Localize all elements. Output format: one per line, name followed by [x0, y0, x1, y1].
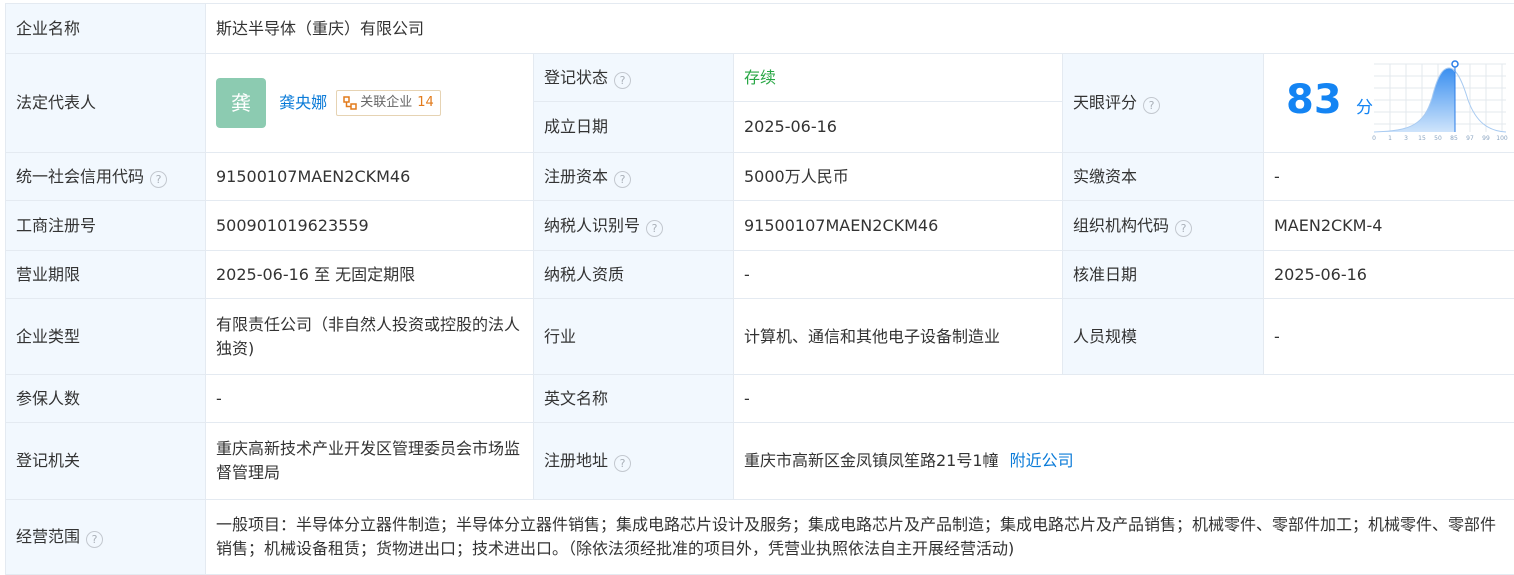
biz-scope-label-cell: 经营范围? [6, 500, 206, 575]
tick-97: 97 [1466, 135, 1474, 142]
org-code-label-cell: 组织机构代码? [1063, 201, 1264, 251]
tick-50: 50 [1434, 135, 1442, 142]
found-date-label: 成立日期 [534, 102, 734, 153]
score-marker [1452, 61, 1458, 67]
biz-reg-no-value: 500901019623559 [206, 201, 534, 251]
score-distribution-chart: 0 1 3 15 50 85 97 99 100 [1372, 60, 1512, 144]
paid-capital-value: - [1264, 153, 1514, 201]
legal-rep-cell: 龚 龚央娜 关联企业 14 [206, 54, 534, 153]
staff-size-label: 人员规模 [1063, 299, 1264, 375]
row-reg-authority: 登记机关 重庆高新技术产业开发区管理委员会市场监督管理局 注册地址? 重庆市高新… [6, 423, 1514, 500]
tick-1: 1 [1388, 135, 1392, 142]
row-insured: 参保人数 - 英文名称 - [6, 375, 1514, 423]
tick-3: 3 [1404, 135, 1408, 142]
taxpayer-id-label: 纳税人识别号 [544, 216, 640, 235]
insured-value: - [206, 375, 534, 423]
credit-code-value: 91500107MAEN2CKM46 [206, 153, 534, 201]
industry-value: 计算机、通信和其他电子设备制造业 [734, 299, 1063, 375]
legal-rep-label: 法定代表人 [6, 54, 206, 153]
biz-scope-label: 经营范围 [16, 527, 80, 546]
network-icon [343, 96, 357, 110]
reg-status-label: 登记状态 [544, 68, 608, 87]
taxpayer-id-label-cell: 纳税人识别号? [534, 201, 734, 251]
question-circle-icon[interactable]: ? [614, 455, 631, 472]
related-companies-tag[interactable]: 关联企业 14 [336, 90, 441, 116]
reg-address-value: 重庆市高新区金凤镇凤笙路21号1幢 [744, 451, 999, 470]
reg-address-label-cell: 注册地址? [534, 423, 734, 500]
english-name-value: - [734, 375, 1514, 423]
reg-authority-value: 重庆高新技术产业开发区管理委员会市场监督管理局 [206, 423, 534, 500]
tianyan-score-unit: 分 [1356, 96, 1373, 120]
reg-authority-label: 登记机关 [6, 423, 206, 500]
reg-capital-value: 5000万人民币 [734, 153, 1063, 201]
taxpayer-qual-label: 纳税人资质 [534, 251, 734, 299]
staff-size-value: - [1264, 299, 1514, 375]
legal-rep-name-link[interactable]: 龚央娜 [279, 93, 327, 112]
row-biz-scope: 经营范围? 一般项目：半导体分立器件制造；半导体分立器件销售；集成电路芯片设计及… [6, 500, 1514, 575]
english-name-label: 英文名称 [534, 375, 734, 423]
biz-reg-no-label: 工商注册号 [6, 201, 206, 251]
reg-status-label-cell: 登记状态? [534, 54, 734, 102]
org-code-label: 组织机构代码 [1073, 216, 1169, 235]
row-biz-term: 营业期限 2025-06-16 至 无固定期限 纳税人资质 - 核准日期 202… [6, 251, 1514, 299]
company-info-table: 企业名称 斯达半导体（重庆）有限公司 法定代表人 龚 龚央娜 关联企业 14 登… [5, 3, 1514, 575]
question-circle-icon[interactable]: ? [614, 171, 631, 188]
taxpayer-qual-value: - [734, 251, 1063, 299]
tick-0: 0 [1372, 135, 1376, 142]
tianyan-score-label-cell: 天眼评分? [1063, 54, 1264, 153]
tick-15: 15 [1418, 135, 1426, 142]
paid-capital-label: 实缴资本 [1063, 153, 1264, 201]
question-circle-icon[interactable]: ? [150, 171, 167, 188]
row-legal-rep: 法定代表人 龚 龚央娜 关联企业 14 登记状态? 存续 天眼评分? 83 [6, 54, 1514, 102]
approve-date-label: 核准日期 [1063, 251, 1264, 299]
row-company-type: 企业类型 有限责任公司（非自然人投资或控股的法人独资) 行业 计算机、通信和其他… [6, 299, 1514, 375]
nearby-companies-link[interactable]: 附近公司 [1010, 451, 1074, 470]
reg-capital-label-cell: 注册资本? [534, 153, 734, 201]
org-code-value: MAEN2CKM-4 [1264, 201, 1514, 251]
biz-scope-value: 一般项目：半导体分立器件制造；半导体分立器件销售；集成电路芯片设计及服务；集成电… [206, 500, 1514, 575]
company-name-label: 企业名称 [6, 4, 206, 54]
insured-label: 参保人数 [6, 375, 206, 423]
row-company-name: 企业名称 斯达半导体（重庆）有限公司 [6, 4, 1514, 54]
found-date-value: 2025-06-16 [734, 102, 1063, 153]
related-companies-label: 关联企业 [360, 91, 412, 115]
tick-99: 99 [1482, 135, 1490, 142]
company-name-value: 斯达半导体（重庆）有限公司 [206, 4, 1514, 54]
row-biz-reg: 工商注册号 500901019623559 纳税人识别号? 91500107MA… [6, 201, 1514, 251]
reg-address-label: 注册地址 [544, 451, 608, 470]
company-type-label: 企业类型 [6, 299, 206, 375]
biz-term-value: 2025-06-16 至 无固定期限 [206, 251, 534, 299]
tianyan-score-cell[interactable]: 83 分 [1264, 54, 1514, 153]
avatar[interactable]: 龚 [216, 78, 266, 128]
tick-85: 85 [1450, 135, 1458, 142]
question-circle-icon[interactable]: ? [86, 531, 103, 548]
question-circle-icon[interactable]: ? [614, 72, 631, 89]
industry-label: 行业 [534, 299, 734, 375]
question-circle-icon[interactable]: ? [646, 220, 663, 237]
biz-term-label: 营业期限 [6, 251, 206, 299]
reg-status-value: 存续 [734, 54, 1063, 102]
row-credit-code: 统一社会信用代码? 91500107MAEN2CKM46 注册资本? 5000万… [6, 153, 1514, 201]
tianyan-score-value: 83 [1286, 76, 1342, 124]
reg-address-cell: 重庆市高新区金凤镇凤笙路21号1幢 附近公司 [734, 423, 1514, 500]
tianyan-score-label: 天眼评分 [1073, 93, 1137, 112]
approve-date-value: 2025-06-16 [1264, 251, 1514, 299]
question-circle-icon[interactable]: ? [1175, 220, 1192, 237]
credit-code-label-cell: 统一社会信用代码? [6, 153, 206, 201]
related-companies-count: 14 [417, 91, 434, 115]
credit-code-label: 统一社会信用代码 [16, 167, 144, 186]
reg-capital-label: 注册资本 [544, 167, 608, 186]
question-circle-icon[interactable]: ? [1143, 97, 1160, 114]
taxpayer-id-value: 91500107MAEN2CKM46 [734, 201, 1063, 251]
tick-100: 100 [1496, 135, 1508, 142]
company-type-value: 有限责任公司（非自然人投资或控股的法人独资) [206, 299, 534, 375]
